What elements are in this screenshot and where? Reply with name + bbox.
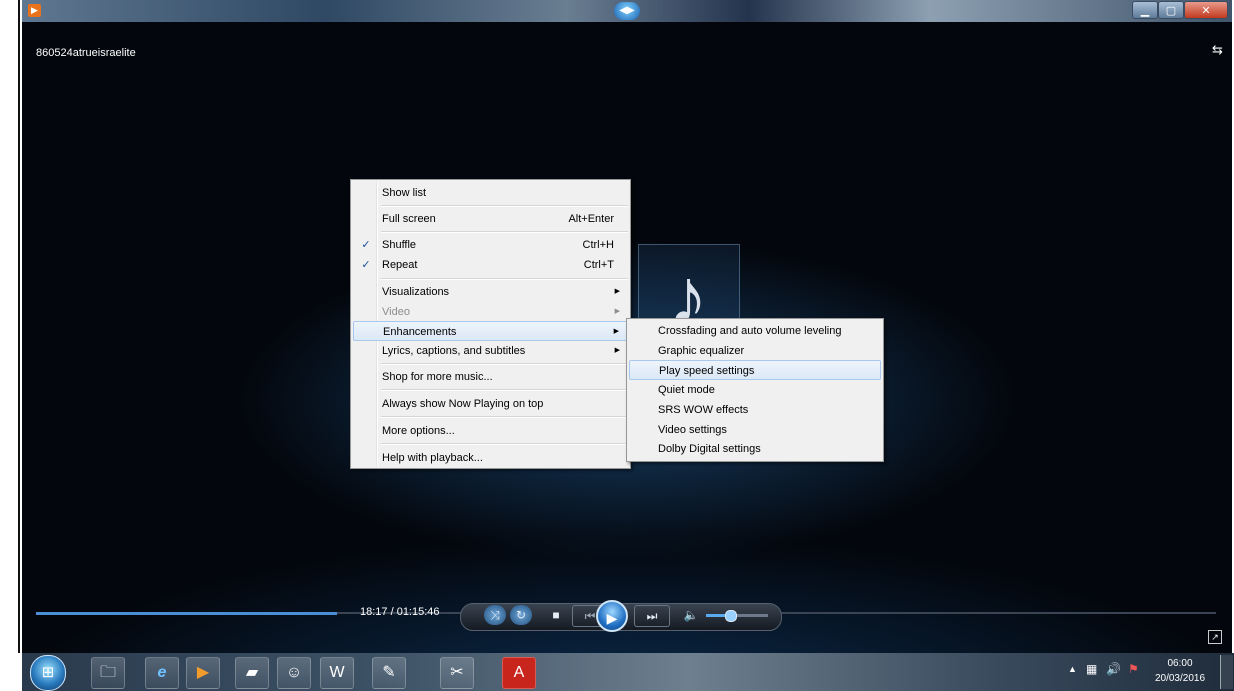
shuffle-button[interactable]: ⤨ (484, 605, 506, 625)
stop-button[interactable]: ■ (546, 605, 566, 625)
check-icon: ✓ (361, 239, 371, 251)
media-title: 860524atrueisraelite (36, 47, 136, 59)
seek-bar-progress (36, 612, 337, 615)
enhancements-item[interactable]: SRS WOW effects (629, 400, 881, 420)
switch-to-mini-icon[interactable]: ↗ (1208, 630, 1222, 644)
menu-item: Video ▶ (353, 302, 628, 322)
menu-item[interactable]: Full screen Alt+Enter (353, 209, 628, 229)
menu-item[interactable]: Show list (353, 183, 628, 203)
menu-item-shortcut: Alt+Enter (568, 213, 614, 225)
paint-icon[interactable]: ✎ (372, 657, 406, 689)
network-icon[interactable]: ▦ (1086, 662, 1097, 676)
clock-time[interactable]: 06:00 (1150, 658, 1210, 669)
maximize-button[interactable]: ▢ (1158, 1, 1184, 19)
check-icon: ✓ (361, 259, 371, 271)
start-button[interactable]: ⊞ (30, 655, 66, 691)
media-player-app-icon[interactable]: ▶ (28, 4, 41, 17)
menu-separator (381, 205, 628, 207)
enhancements-item[interactable]: Play speed settings (629, 360, 881, 381)
menu-separator (381, 389, 628, 391)
menu-separator (381, 231, 628, 233)
folder-icon[interactable]: ▰ (235, 657, 269, 689)
menu-item-label: Lyrics, captions, and subtitles (382, 345, 526, 357)
menu-item-label: Full screen (382, 213, 436, 225)
menu-item[interactable]: Lyrics, captions, and subtitles ▶ (353, 341, 628, 361)
menu-separator (381, 278, 628, 280)
volume-thumb[interactable] (724, 610, 737, 622)
mute-icon[interactable]: 🔈 (682, 605, 700, 625)
clock-date[interactable]: 20/03/2016 (1150, 673, 1210, 684)
menu-separator (381, 416, 628, 418)
menu-item[interactable]: Shop for more music... (353, 367, 628, 387)
menu-item-label: Play speed settings (659, 365, 755, 378)
window-title-bar[interactable]: ▶ ◀▶ ▁ ▢ ✕ (22, 0, 1232, 22)
frame-left (0, 0, 20, 653)
volume-tray-icon[interactable]: 🔊 (1106, 662, 1121, 676)
menu-item[interactable]: Visualizations ▶ (353, 282, 628, 302)
word-icon[interactable]: W (320, 657, 354, 689)
menu-item-label: More options... (382, 425, 455, 437)
menu-item-shortcut: Ctrl+H (582, 239, 614, 251)
action-center-flag-icon[interactable]: ⚑ (1128, 662, 1139, 676)
switch-to-library-icon[interactable]: ⇆ (1212, 42, 1223, 58)
menu-item[interactable]: Help with playback... (353, 448, 628, 468)
enhancements-submenu: Crossfading and auto volume leveling Grap… (626, 318, 884, 462)
elapsed-time: 18:17 / 01:15:46 (360, 606, 440, 618)
menu-item[interactable]: More options... (353, 421, 628, 441)
enhancements-item[interactable]: Graphic equalizer (629, 341, 881, 361)
menu-item-label: Visualizations (382, 286, 450, 298)
now-playing-icon: ◀▶ (614, 2, 640, 20)
minimize-button[interactable]: ▁ (1132, 1, 1158, 19)
menu-item-label: SRS WOW effects (658, 403, 749, 416)
menu-item[interactable]: Always show Now Playing on top (353, 394, 628, 414)
media-player-icon[interactable]: ▶ (186, 657, 220, 689)
menu-item[interactable]: ✓ Shuffle Ctrl+H (353, 235, 628, 255)
enhancements-item[interactable]: Video settings (629, 420, 881, 440)
menu-item-label: Crossfading and auto volume leveling (658, 325, 842, 337)
menu-item[interactable]: Enhancements ▶ (353, 321, 628, 341)
screenshot: ▶ ◀▶ ▁ ▢ ✕ 860524atrueisraelite ⇆ ♪ ↗ 18… (0, 0, 1234, 691)
acrobat-icon[interactable]: A (502, 657, 536, 689)
show-desktop-button[interactable] (1220, 655, 1233, 689)
menu-item-label: Dolby Digital settings (658, 443, 761, 456)
menu-item-label: Video (382, 306, 410, 318)
menu-item[interactable]: ✓ Repeat Ctrl+T (353, 255, 628, 275)
menu-item-label: Shuffle (382, 239, 417, 251)
enhancements-item[interactable]: Dolby Digital settings (629, 439, 881, 459)
enhancements-item[interactable]: Quiet mode (629, 380, 881, 400)
menu-item-label: Show list (382, 187, 427, 199)
repeat-button[interactable]: ↻ (510, 605, 532, 625)
menu-item-label: Quiet mode (658, 384, 715, 397)
menu-item-label: Shop for more music... (382, 371, 493, 383)
explorer-icon[interactable]: 🗀 (91, 657, 125, 689)
close-button[interactable]: ✕ (1184, 1, 1228, 19)
menu-item-label: Enhancements (383, 326, 457, 338)
menu-item-label: Repeat (382, 259, 418, 271)
menu-separator (381, 443, 628, 445)
submenu-arrow-icon: ▶ (614, 288, 620, 295)
show-hidden-icons-icon[interactable]: ▲ (1068, 664, 1077, 674)
volume-slider[interactable] (706, 610, 768, 622)
menu-item-label: Video settings (658, 423, 727, 436)
menu-item-label: Always show Now Playing on top (382, 398, 544, 410)
submenu-arrow-icon: ▶ (614, 308, 620, 315)
snipping-tool-icon[interactable]: ✂ (440, 657, 474, 689)
submenu-arrow-icon: ▶ (614, 347, 620, 354)
next-button[interactable]: ⏭ (634, 605, 670, 627)
menu-item-label: Graphic equalizer (658, 344, 745, 357)
internet-explorer-icon[interactable]: e (145, 657, 179, 689)
menu-item-label: Help with playback... (382, 452, 483, 464)
context-menu: Show list Full screen Alt+Enter ✓ Shuffle Ctr… (350, 179, 631, 469)
menu-separator (381, 363, 628, 365)
menu-item-shortcut: Ctrl+T (583, 259, 614, 271)
enhancements-item[interactable]: Crossfading and auto volume leveling (629, 321, 881, 341)
submenu-arrow-icon: ▶ (613, 328, 619, 335)
people-icon[interactable]: ☺ (277, 657, 311, 689)
play-button[interactable]: ▶ (596, 600, 628, 632)
